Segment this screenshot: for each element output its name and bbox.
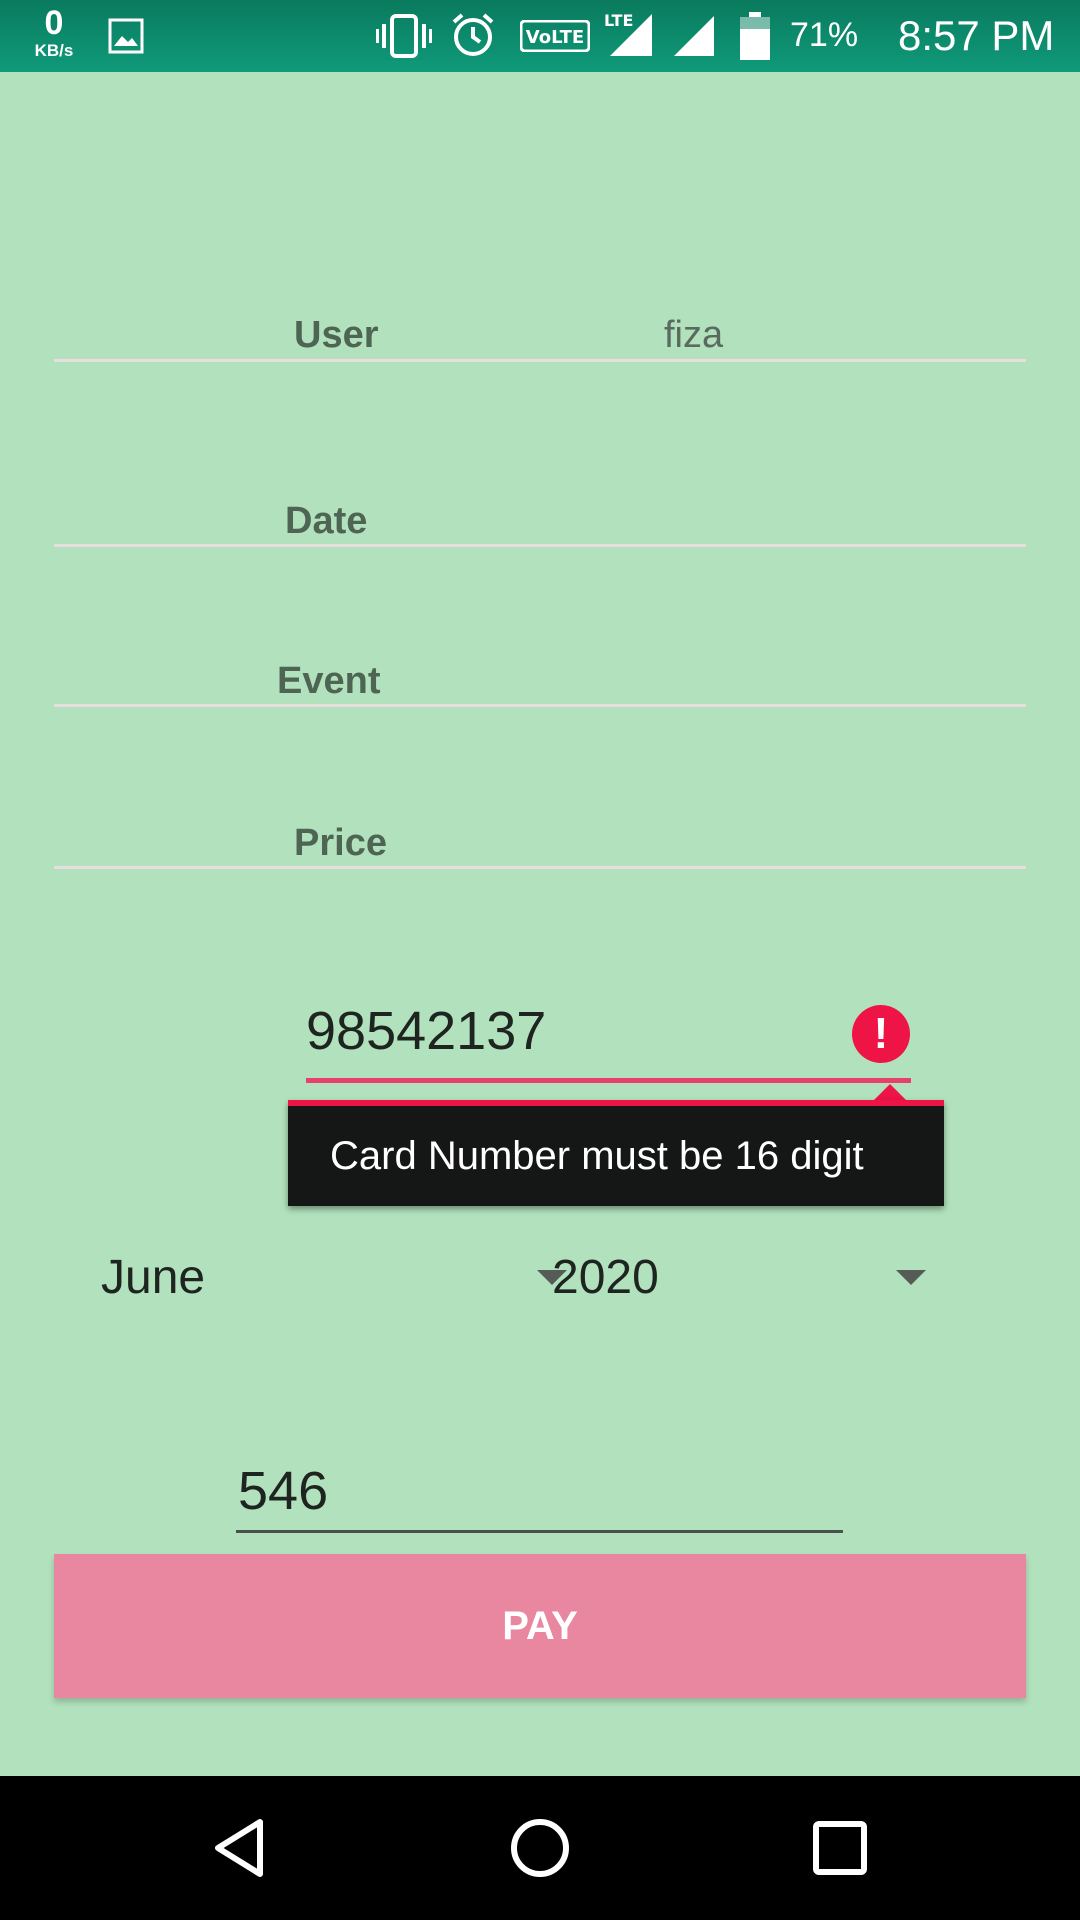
volte-icon: VoLTE — [519, 19, 591, 57]
user-label: User — [294, 314, 379, 356]
navigation-bar — [0, 1776, 1080, 1920]
price-divider — [54, 866, 1026, 869]
event-divider — [54, 704, 1026, 707]
recents-icon[interactable] — [808, 1816, 872, 1880]
network-speed-value: 0 — [44, 4, 64, 42]
cvv-input[interactable]: 546 — [238, 1460, 328, 1522]
alarm-icon — [450, 12, 496, 63]
network-speed: 0 KB/s — [24, 6, 84, 59]
card-number-input[interactable]: 98542137 — [306, 1000, 906, 1080]
date-divider — [54, 544, 1026, 547]
battery-percent: 71% — [790, 16, 859, 54]
lte-label: LTE — [604, 11, 633, 30]
month-value: June — [101, 1251, 206, 1304]
event-label: Event — [277, 660, 381, 702]
user-divider — [54, 359, 1026, 362]
battery-icon — [740, 12, 770, 65]
network-speed-unit: KB/s — [34, 41, 74, 60]
date-label: Date — [285, 500, 368, 542]
user-value: fiza — [664, 314, 724, 356]
volte-label: VoLTE — [526, 27, 584, 48]
error-tooltip: Card Number must be 16 digit — [288, 1100, 944, 1206]
signal-icon — [672, 14, 716, 63]
image-icon — [108, 18, 144, 59]
pay-button[interactable]: PAY — [54, 1554, 1026, 1698]
status-bar: 0 KB/s VoLTE LTE 71% 8:57 PM — [0, 0, 1080, 72]
chevron-down-icon — [896, 1270, 926, 1285]
card-number-underline — [306, 1078, 911, 1083]
error-icon: ! — [852, 1005, 910, 1063]
price-label: Price — [294, 822, 387, 864]
year-value: 2020 — [552, 1251, 659, 1304]
error-tooltip-arrow — [874, 1084, 906, 1100]
cvv-underline — [236, 1530, 843, 1533]
home-icon[interactable] — [508, 1816, 572, 1880]
vibrate-icon — [376, 14, 432, 63]
lte-signal-icon: LTE — [604, 10, 654, 63]
clock: 8:57 PM — [898, 12, 1055, 59]
back-icon[interactable] — [208, 1816, 272, 1880]
